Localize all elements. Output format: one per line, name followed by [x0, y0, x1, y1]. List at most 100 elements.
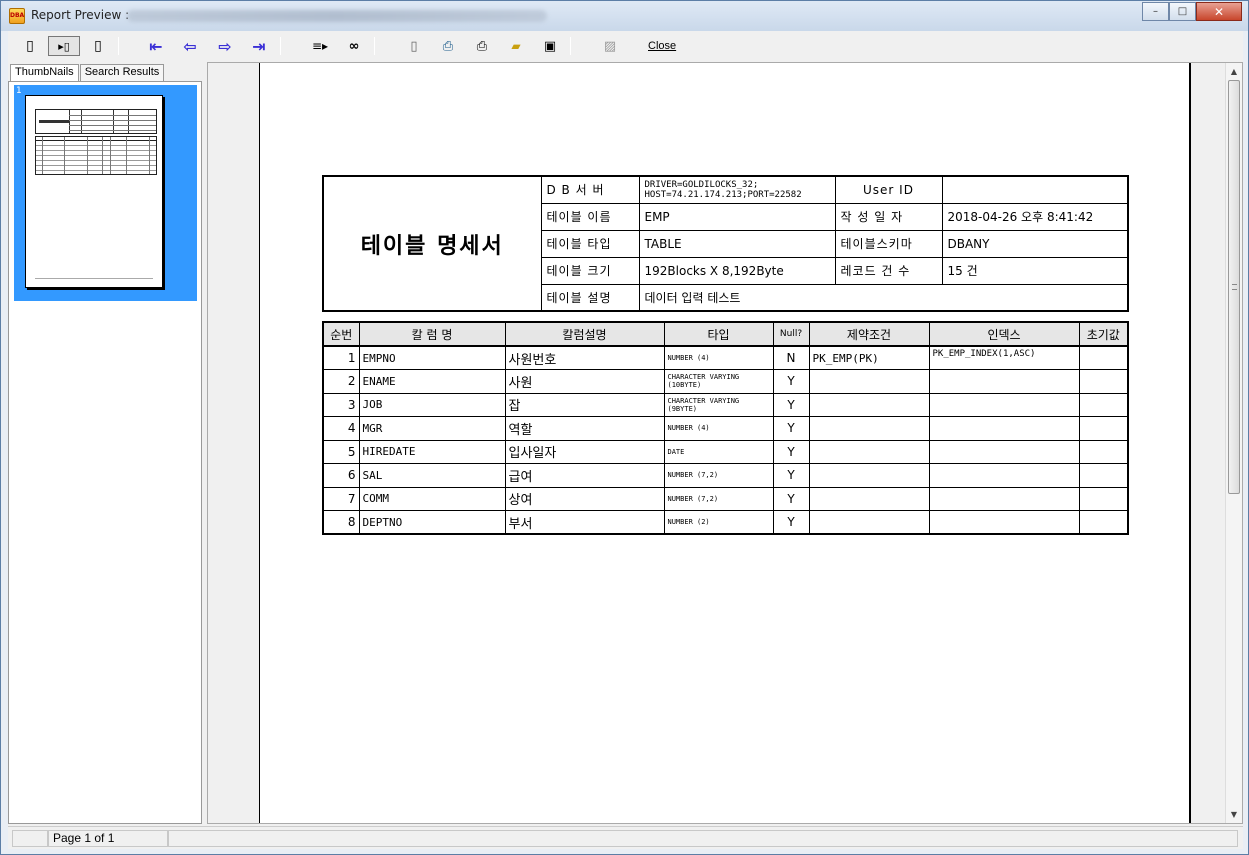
label-user-id: User ID: [834, 175, 943, 204]
row-column-name: ENAME: [358, 369, 506, 394]
col-header-no: 순번: [322, 321, 360, 347]
row-type: NUMBER (2): [663, 510, 774, 535]
column-spec-table: 순번 칼 럼 명 칼럼설명 타입 Null? 제약조건 인덱스 초기값 1 EMP…: [322, 321, 1129, 535]
maximize-button[interactable]: □: [1169, 2, 1196, 21]
row-type: NUMBER (7,2): [663, 463, 774, 488]
tab-thumbnails[interactable]: ThumbNails: [10, 64, 79, 82]
row-index: [928, 439, 1080, 464]
row-constraint: [808, 439, 930, 464]
row-constraint: [808, 416, 930, 441]
export-icon[interactable]: ▨: [600, 36, 620, 56]
db-server-value-line2: HOST=74.21.174.213;PORT=22582: [644, 189, 802, 200]
col-header-type: 타입: [663, 321, 774, 347]
row-no: 4: [322, 416, 360, 441]
row-null: Y: [772, 510, 810, 535]
row-type: CHARACTER VARYING (9BYTE): [663, 392, 774, 417]
table-row: 5 HIREDATE 입사일자 DATE Y: [322, 439, 1129, 464]
report-preview-area[interactable]: 테이블 명세서 D B 서 버 DRIVER=GOLDILOCKS_32; HO…: [207, 62, 1243, 824]
schema-value: DBANY: [941, 229, 1129, 258]
row-null: Y: [772, 369, 810, 394]
page-setup-icon[interactable]: ▯: [404, 36, 424, 56]
find-binoculars-icon[interactable]: ∞: [344, 36, 364, 56]
row-null: Y: [772, 486, 810, 511]
col-header-name: 칼 럼 명: [358, 321, 506, 347]
row-no: 6: [322, 463, 360, 488]
page-info: Page 1 of 1: [48, 830, 168, 847]
row-no: 7: [322, 486, 360, 511]
first-page-icon[interactable]: ⇤: [146, 36, 166, 56]
row-type: NUMBER (4): [663, 416, 774, 441]
row-constraint: [808, 392, 930, 417]
toolbar: ▯ ▸▯ ▯ ⇤ ⇦ ⇨ ⇥ ≡▸ ∞ ▯ ⎙ ⎙ ▰ ▣ ▨ Close: [8, 31, 1243, 61]
status-cell-right: [168, 830, 1238, 847]
scroll-up-icon[interactable]: ▲: [1226, 63, 1242, 80]
window-title: Report Preview :: [31, 8, 130, 22]
row-no: 2: [322, 369, 360, 394]
thumbnail-list[interactable]: 1: [8, 81, 202, 824]
table-type-value: TABLE: [638, 229, 836, 258]
row-constraint: [808, 486, 930, 511]
row-null: Y: [772, 439, 810, 464]
row-column-desc: 역할: [504, 416, 665, 441]
row-column-desc: 사원번호: [504, 345, 665, 370]
open-folder-icon[interactable]: ▰: [506, 36, 526, 56]
table-row: 6 SAL 급여 NUMBER (7,2) Y: [322, 463, 1129, 488]
report-page: 테이블 명세서 D B 서 버 DRIVER=GOLDILOCKS_32; HO…: [259, 63, 1191, 823]
row-null: Y: [772, 416, 810, 441]
row-type: NUMBER (4): [663, 345, 774, 370]
print-icon[interactable]: ⎙: [472, 36, 492, 56]
row-index: [928, 369, 1080, 394]
row-column-desc: 입사일자: [504, 439, 665, 464]
row-index: [928, 463, 1080, 488]
thumbnail-page: [25, 95, 163, 288]
left-pane: ThumbNails Search Results 1: [8, 64, 202, 824]
scroll-thumb[interactable]: [1228, 80, 1240, 494]
close-link[interactable]: Close: [648, 40, 676, 52]
single-page-icon[interactable]: ▯: [22, 36, 38, 56]
save-disk-icon[interactable]: ▣: [540, 36, 560, 56]
goto-page-icon[interactable]: ≡▸: [310, 36, 330, 56]
row-no: 8: [322, 510, 360, 535]
two-page-icon[interactable]: ▸▯: [48, 36, 80, 56]
label-db-server: D B 서 버: [540, 175, 640, 204]
table-row: 1 EMPNO 사원번호 NUMBER (4) N PK_EMP(PK) PK_EMP_IN…: [322, 345, 1129, 370]
scroll-down-icon[interactable]: ▼: [1226, 806, 1242, 823]
row-column-name: JOB: [358, 392, 506, 417]
status-bar: Page 1 of 1: [8, 826, 1243, 848]
minimize-button[interactable]: –: [1142, 2, 1169, 21]
col-header-null: Null?: [772, 321, 810, 347]
col-header-default: 초기값: [1078, 321, 1129, 347]
row-default: [1078, 463, 1129, 488]
row-index: [928, 392, 1080, 417]
dba-app-icon: DBA: [9, 8, 25, 24]
col-header-constraint: 제약조건: [808, 321, 930, 347]
row-index: PK_EMP_INDEX(1,ASC): [928, 345, 1080, 370]
row-column-name: COMM: [358, 486, 506, 511]
page-width-icon[interactable]: ▯: [88, 36, 108, 56]
row-column-name: HIREDATE: [358, 439, 506, 464]
label-schema: 테이블스키마: [834, 229, 943, 258]
next-page-icon[interactable]: ⇨: [215, 36, 235, 56]
row-column-desc: 상여: [504, 486, 665, 511]
previous-page-icon[interactable]: ⇦: [180, 36, 200, 56]
row-column-desc: 부서: [504, 510, 665, 535]
row-null: Y: [772, 392, 810, 417]
row-null: Y: [772, 463, 810, 488]
row-column-name: DEPTNO: [358, 510, 506, 535]
row-column-name: EMPNO: [358, 345, 506, 370]
last-page-icon[interactable]: ⇥: [249, 36, 269, 56]
thumbnail-item-selected[interactable]: 1: [14, 85, 197, 301]
row-constraint: PK_EMP(PK): [808, 345, 930, 370]
vertical-scrollbar[interactable]: ▲ ▼: [1225, 63, 1242, 823]
tab-search-results[interactable]: Search Results: [79, 64, 165, 81]
report-preview-window: DBA Report Preview : – □ ✕ ▯ ▸▯ ▯ ⇤ ⇦ ⇨ …: [0, 0, 1249, 855]
row-default: [1078, 392, 1129, 417]
row-type: DATE: [663, 439, 774, 464]
client-area: ▯ ▸▯ ▯ ⇤ ⇦ ⇨ ⇥ ≡▸ ∞ ▯ ⎙ ⎙ ▰ ▣ ▨ Close Th…: [8, 31, 1243, 849]
label-table-name: 테이블 이름: [540, 202, 640, 231]
title-bar[interactable]: DBA Report Preview : – □ ✕: [1, 1, 1248, 31]
close-window-button[interactable]: ✕: [1196, 2, 1242, 21]
table-row: 3 JOB 잡 CHARACTER VARYING (9BYTE) Y: [322, 392, 1129, 417]
print-setup-icon[interactable]: ⎙: [438, 36, 458, 56]
label-table-desc: 테이블 설명: [540, 283, 640, 312]
